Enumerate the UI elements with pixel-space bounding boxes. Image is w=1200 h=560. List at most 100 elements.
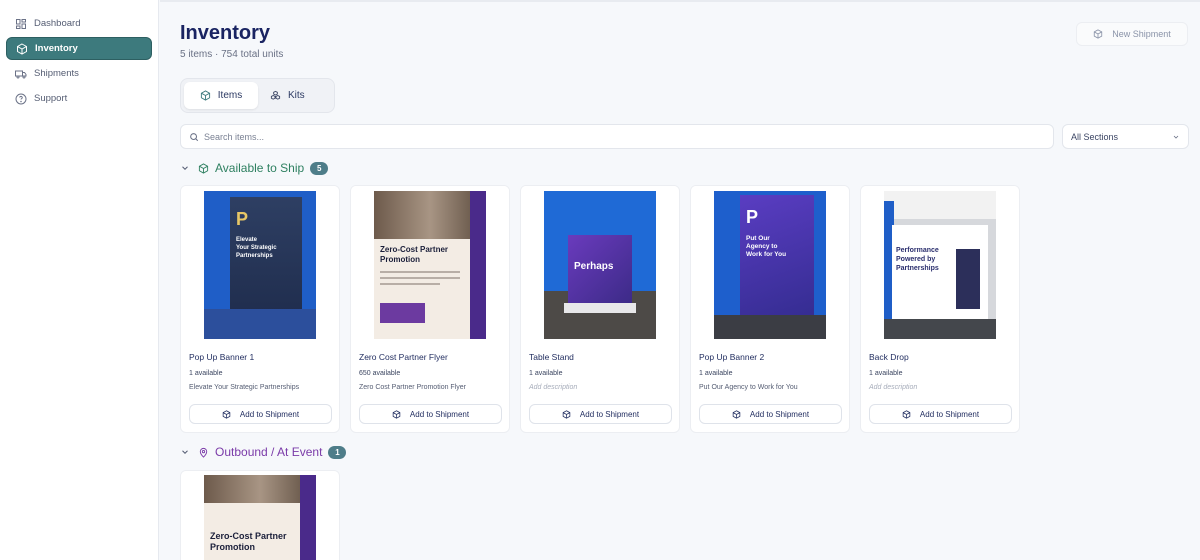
- section-filter-select[interactable]: All Sections: [1062, 124, 1189, 149]
- sidebar-item-dashboard[interactable]: Dashboard: [6, 12, 152, 35]
- box-icon: [902, 409, 911, 419]
- photo-text-line: Zero-Cost Partner: [380, 245, 449, 254]
- box-icon: [392, 409, 401, 419]
- top-divider: [160, 0, 1200, 2]
- page-subtitle: 5 items · 754 total units: [180, 49, 284, 60]
- item-availability: 1 available: [699, 370, 733, 377]
- section-title: Outbound / At Event: [215, 445, 323, 459]
- add-to-shipment-label: Add to Shipment: [239, 409, 300, 419]
- item-name: Zero Cost Partner Flyer: [359, 352, 448, 362]
- box-icon: [198, 162, 209, 174]
- box-icon: [200, 90, 210, 101]
- item-name: Back Drop: [869, 352, 909, 362]
- photo-text-line: Performance: [896, 247, 939, 254]
- box-icon: [732, 409, 741, 419]
- tab-label: Items: [217, 90, 243, 101]
- inventory-card-pop-up-banner-2[interactable]: P Put Our Agency to Work for You Pop Up …: [690, 185, 850, 433]
- sidebar-item-label: Support: [34, 93, 68, 104]
- section-count-badge: 5: [310, 161, 329, 175]
- item-availability: 650 available: [359, 370, 401, 377]
- card-image: Performance Powered by Partnerships: [861, 186, 1019, 344]
- item-description: Zero Cost Partner Promotion Flyer: [359, 384, 466, 391]
- box-icon: [562, 409, 571, 419]
- add-to-shipment-button[interactable]: Add to Shipment: [869, 404, 1012, 424]
- item-name: Pop Up Banner 1: [189, 352, 255, 362]
- sidebar-item-label: Shipments: [34, 68, 79, 79]
- card-image: Perhaps: [521, 186, 679, 344]
- inventory-card-table-stand[interactable]: Perhaps Table Stand 1 available Add desc…: [520, 185, 680, 433]
- sidebar-item-label: Inventory: [35, 43, 78, 54]
- box-icon: [1094, 29, 1103, 39]
- inventory-card-zero-cost-partner-flyer[interactable]: Zero-Cost Partner Promotion Zero Cost Pa…: [350, 185, 510, 433]
- item-description: Elevate Your Strategic Partnerships: [189, 384, 300, 391]
- grid-icon: [14, 17, 27, 30]
- item-photo: P Elevate Your Strategic Partnerships: [204, 191, 316, 339]
- box-icon: [222, 409, 231, 419]
- search-icon: [190, 132, 199, 141]
- item-availability: 1 available: [869, 370, 903, 377]
- tab-label: Kits: [288, 90, 305, 101]
- add-to-shipment-label: Add to Shipment: [579, 409, 640, 419]
- photo-text-line: Partnerships: [236, 253, 273, 259]
- item-availability: 1 available: [529, 370, 563, 377]
- sidebar-item-support[interactable]: Support: [6, 87, 152, 110]
- box-icon: [15, 42, 28, 55]
- photo-text-line: Perhaps: [574, 261, 614, 272]
- add-to-shipment-label: Add to Shipment: [749, 409, 810, 419]
- section-header-available[interactable]: Available to Ship 5: [180, 161, 329, 175]
- boxes-icon: [270, 90, 281, 100]
- photo-text-line: Put Our: [746, 235, 770, 242]
- item-photo: Zero-Cost Partner Promotion: [204, 475, 316, 560]
- sidebar: Dashboard Inventory Shipments Support: [0, 0, 159, 560]
- add-to-shipment-label: Add to Shipment: [409, 409, 470, 419]
- card-image: Zero-Cost Partner Promotion: [351, 186, 509, 344]
- page-title: Inventory: [180, 22, 271, 44]
- item-description-placeholder[interactable]: Add description: [869, 384, 917, 391]
- item-description-placeholder[interactable]: Add description: [529, 384, 577, 391]
- card-image: P Put Our Agency to Work for You: [691, 186, 849, 344]
- inventory-card-back-drop[interactable]: Performance Powered by Partnerships Back…: [860, 185, 1020, 433]
- add-to-shipment-button[interactable]: Add to Shipment: [529, 404, 672, 424]
- add-to-shipment-label: Add to Shipment: [919, 409, 980, 419]
- photo-text-line: Partnerships: [896, 265, 939, 272]
- map-pin-icon: [199, 447, 208, 458]
- section-title: Available to Ship: [215, 161, 305, 175]
- section-count-badge: 1: [328, 445, 347, 459]
- add-to-shipment-button[interactable]: Add to Shipment: [189, 404, 332, 424]
- item-name: Pop Up Banner 2: [699, 352, 765, 362]
- truck-icon: [14, 67, 27, 80]
- search-bar: [180, 124, 1054, 149]
- photo-text-line: Promotion: [210, 542, 255, 552]
- help-circle-icon: [14, 92, 27, 105]
- sidebar-item-inventory[interactable]: Inventory: [6, 37, 152, 60]
- chevron-down-icon: [182, 450, 188, 454]
- add-to-shipment-button[interactable]: Add to Shipment: [359, 404, 502, 424]
- photo-text-line: Elevate: [236, 237, 258, 243]
- item-description: Put Our Agency to Work for You: [699, 384, 798, 391]
- photo-text-line: Promotion: [380, 255, 420, 264]
- section-header-outbound[interactable]: Outbound / At Event 1: [180, 445, 347, 459]
- tab-kits[interactable]: Kits: [258, 82, 317, 109]
- new-shipment-button[interactable]: New Shipment: [1076, 22, 1188, 46]
- item-photo: Zero-Cost Partner Promotion: [374, 191, 486, 339]
- add-to-shipment-button[interactable]: Add to Shipment: [699, 404, 842, 424]
- inventory-card-outbound-zero-cost-partner-flyer[interactable]: Zero-Cost Partner Promotion: [180, 470, 340, 560]
- photo-text-line: Powered by: [896, 256, 936, 263]
- photo-text-line: Your Strategic: [236, 245, 277, 251]
- view-tabs: Items Kits: [180, 78, 335, 113]
- photo-text-line: Zero-Cost Partner: [210, 531, 287, 541]
- item-name: Table Stand: [529, 352, 574, 362]
- sidebar-item-shipments[interactable]: Shipments: [6, 62, 152, 85]
- main-content: Inventory 5 items · 754 total units New …: [160, 0, 1200, 560]
- tab-items[interactable]: Items: [184, 82, 258, 109]
- item-availability: 1 available: [189, 370, 223, 377]
- chevron-down-icon: [182, 166, 188, 170]
- new-shipment-label: New Shipment: [1112, 29, 1171, 39]
- search-input[interactable]: [204, 131, 1004, 142]
- item-photo: Perhaps: [544, 191, 656, 339]
- photo-text-line: Agency to: [746, 243, 778, 250]
- inventory-card-pop-up-banner-1[interactable]: P Elevate Your Strategic Partnerships Po…: [180, 185, 340, 433]
- item-photo: P Put Our Agency to Work for You: [714, 191, 826, 339]
- sidebar-item-label: Dashboard: [34, 18, 81, 29]
- section-filter-value: All Sections: [1071, 131, 1119, 142]
